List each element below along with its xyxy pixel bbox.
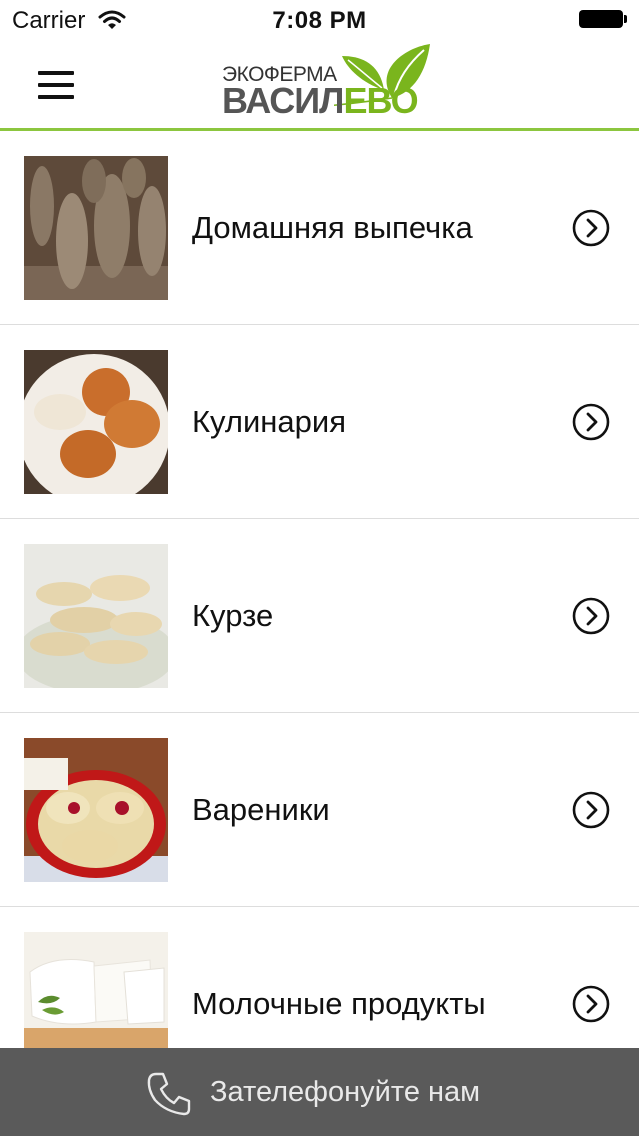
item-label: Вареники bbox=[192, 792, 330, 827]
homemade-bread-photo bbox=[24, 156, 168, 300]
list-item[interactable]: Кулинария bbox=[0, 325, 639, 519]
hamburger-menu-button[interactable] bbox=[38, 71, 74, 99]
kurze-dumplings-photo bbox=[24, 544, 168, 688]
phone-icon bbox=[147, 1072, 191, 1116]
list-item[interactable]: Домашняя выпечка bbox=[0, 131, 639, 325]
chevron-right-icon bbox=[572, 985, 610, 1023]
item-label: Кулинария bbox=[192, 404, 346, 439]
cheese-photo bbox=[24, 932, 168, 1048]
logo-title: ВАСИЛЕВО bbox=[222, 80, 419, 121]
brand-logo: ЭКОФЕРМА ВАСИЛЕВО bbox=[222, 40, 432, 128]
cherry-vareniki-photo bbox=[24, 738, 168, 882]
chevron-right-icon bbox=[572, 597, 610, 635]
list-item[interactable]: Курзе bbox=[0, 519, 639, 713]
category-list: Домашняя выпечка Кулинария Курзе Вареник… bbox=[0, 131, 639, 1048]
list-item[interactable]: Вареники bbox=[0, 713, 639, 907]
list-item[interactable]: Молочные продукты bbox=[0, 907, 639, 1048]
status-time: 7:08 PM bbox=[272, 7, 367, 34]
item-label: Домашняя выпечка bbox=[192, 210, 473, 245]
call-us-label: Зателефонуйте нам bbox=[210, 1076, 481, 1108]
cutlets-photo bbox=[24, 350, 168, 494]
chevron-right-icon bbox=[572, 209, 610, 247]
item-label: Молочные продукты bbox=[192, 986, 486, 1021]
status-bar: Carrier 7:08 PM bbox=[0, 0, 639, 40]
nav-bar: ЭКОФЕРМА ВАСИЛЕВО bbox=[0, 40, 639, 131]
item-label: Курзе bbox=[192, 598, 274, 633]
chevron-right-icon bbox=[572, 403, 610, 441]
chevron-right-icon bbox=[572, 791, 610, 829]
call-us-button[interactable]: Зателефонуйте нам bbox=[0, 1048, 639, 1136]
battery-icon bbox=[579, 10, 627, 30]
